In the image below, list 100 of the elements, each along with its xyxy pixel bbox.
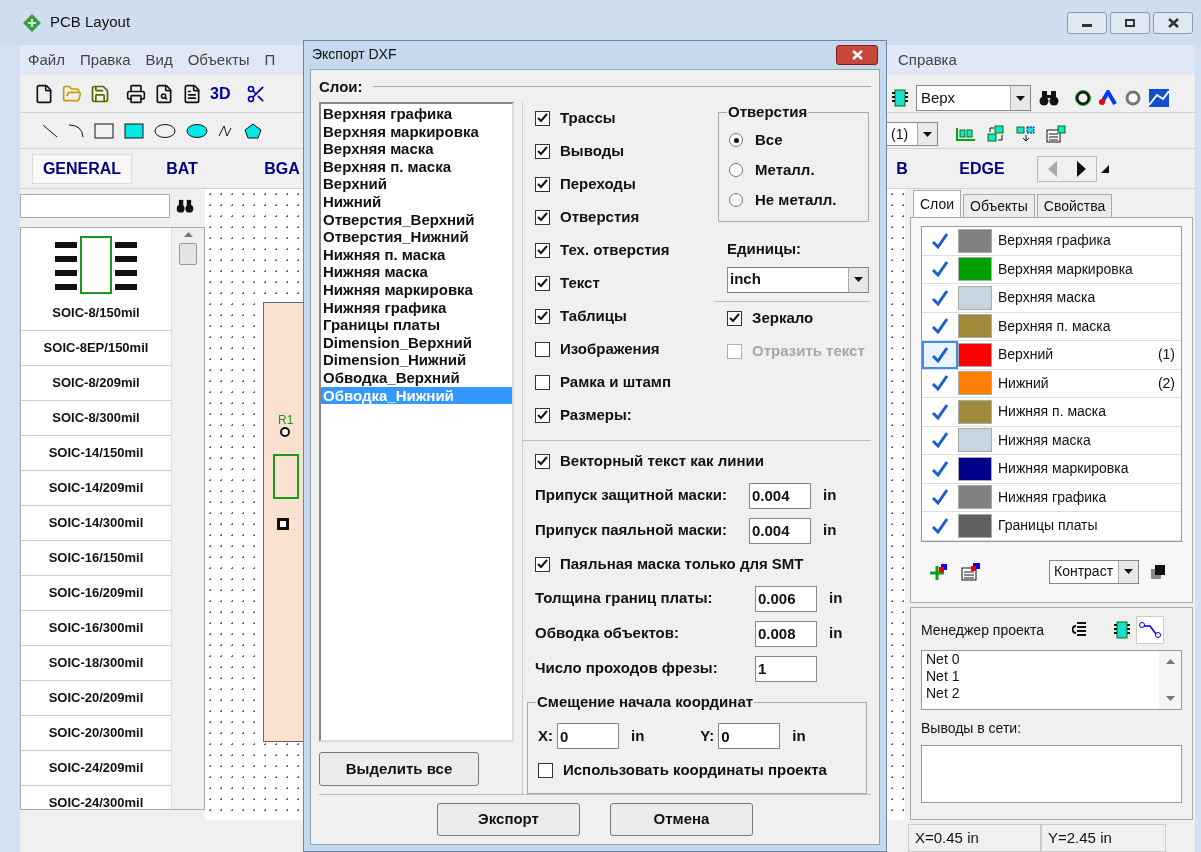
ellipse-tool-icon[interactable] bbox=[154, 122, 176, 139]
printer-icon[interactable] bbox=[126, 83, 146, 104]
layer-row[interactable]: Нижняя графика bbox=[922, 483, 1181, 512]
value-field[interactable]: 0 bbox=[718, 723, 781, 749]
add-layer-icon[interactable] bbox=[929, 561, 949, 582]
checkbox[interactable] bbox=[535, 210, 550, 225]
scroll-thumb[interactable] bbox=[179, 243, 197, 265]
layer-list-item[interactable]: Нижняя маркировка bbox=[321, 280, 512, 299]
layer-list-item[interactable]: Dimension_Верхний bbox=[321, 333, 512, 352]
filled-rectangle-tool-icon[interactable] bbox=[124, 122, 144, 139]
scissors-icon[interactable] bbox=[246, 83, 267, 104]
value-field[interactable]: 0.008 bbox=[755, 620, 817, 647]
document-icon[interactable] bbox=[182, 83, 202, 104]
save-icon[interactable] bbox=[90, 83, 110, 104]
refresh-list-icon[interactable] bbox=[1072, 621, 1087, 639]
scroll-down-icon[interactable] bbox=[1165, 696, 1175, 701]
layer-row[interactable]: Верхняя маркировка bbox=[922, 255, 1181, 284]
polygon-tool-icon[interactable] bbox=[244, 122, 262, 139]
via-icon[interactable] bbox=[1125, 90, 1141, 106]
menu-item[interactable]: Объекты bbox=[187, 48, 250, 72]
layer-list-item[interactable]: Нижний bbox=[321, 192, 512, 211]
checkbox[interactable] bbox=[727, 310, 742, 326]
menu-item[interactable]: Правка bbox=[79, 48, 131, 72]
scroll-up-icon[interactable] bbox=[1165, 659, 1175, 664]
toolbar-options-icon[interactable] bbox=[1101, 164, 1109, 173]
line-tool-icon[interactable] bbox=[42, 122, 58, 139]
print-preview-icon[interactable] bbox=[154, 83, 174, 104]
new-file-icon[interactable] bbox=[34, 83, 54, 104]
chip-icon[interactable] bbox=[1114, 621, 1131, 639]
layer-list-item[interactable]: Отверстия_Верхний bbox=[321, 210, 512, 229]
checkbox[interactable] bbox=[535, 342, 550, 357]
component-item[interactable]: SOIC-8/150mil bbox=[21, 228, 171, 331]
layer-row[interactable]: Нижняя маска bbox=[922, 426, 1181, 455]
route-icon[interactable] bbox=[1099, 90, 1117, 106]
checkbox[interactable] bbox=[535, 111, 550, 126]
layer-list-item[interactable]: Обводка_Верхний bbox=[321, 368, 512, 387]
checkbox[interactable] bbox=[535, 557, 550, 572]
layer-list-item[interactable]: Нижняя графика bbox=[321, 298, 512, 317]
component-properties-icon[interactable] bbox=[1046, 125, 1066, 143]
layer-row[interactable]: Границы платы bbox=[922, 512, 1181, 541]
layer-number-select[interactable]: (1) bbox=[886, 122, 938, 146]
menu-item[interactable]: Файл bbox=[28, 48, 65, 72]
radio-button[interactable] bbox=[729, 133, 743, 147]
move-components-icon[interactable] bbox=[1016, 125, 1036, 143]
select-all-button[interactable]: Выделить все bbox=[319, 752, 479, 786]
binoculars-icon[interactable] bbox=[1039, 90, 1059, 106]
swap-components-icon[interactable] bbox=[986, 125, 1006, 143]
checkbox[interactable] bbox=[538, 762, 553, 778]
visibility-check-icon[interactable] bbox=[922, 341, 958, 369]
checkbox[interactable] bbox=[535, 408, 550, 423]
scroll-up-icon[interactable] bbox=[183, 232, 193, 237]
layer-list-item[interactable]: Нижняя п. маска bbox=[321, 245, 512, 264]
layer-select[interactable]: Верх bbox=[916, 85, 1031, 111]
pins-list[interactable] bbox=[921, 745, 1182, 803]
value-field[interactable]: 0.004 bbox=[749, 517, 811, 544]
layer-list-item[interactable]: Отверстия_Нижний bbox=[321, 228, 512, 246]
layer-list-item[interactable]: Верхняя маркировка bbox=[321, 122, 512, 141]
checkbox[interactable] bbox=[535, 243, 550, 258]
nets-list[interactable]: Net 0 Net 1 Net 2 bbox=[921, 650, 1182, 710]
library-tab[interactable]: BAT bbox=[132, 153, 232, 184]
radio-button[interactable] bbox=[729, 163, 743, 177]
layer-row[interactable]: Верхняя п. маска bbox=[922, 312, 1181, 341]
layer-list-item[interactable]: Верхний bbox=[321, 175, 512, 193]
rectangle-tool-icon[interactable] bbox=[94, 122, 114, 139]
component-search-field[interactable] bbox=[20, 194, 170, 218]
layer-list-item[interactable]: Верхняя графика bbox=[321, 105, 512, 123]
checkbox[interactable] bbox=[535, 144, 550, 159]
panel-tab[interactable]: Слои bbox=[913, 190, 962, 217]
value-field[interactable]: 0.004 bbox=[749, 482, 811, 509]
checkbox[interactable] bbox=[535, 375, 550, 390]
maximize-button[interactable] bbox=[1110, 11, 1150, 34]
net-item[interactable]: Net 2 bbox=[926, 685, 1159, 702]
layer-row[interactable]: Нижний (2) bbox=[922, 369, 1181, 398]
layer-row[interactable]: Верхний (1) bbox=[922, 341, 1181, 370]
layer-row[interactable]: Верхняя графика bbox=[922, 227, 1181, 256]
layer-list-item[interactable]: Границы платы bbox=[321, 316, 512, 334]
close-button[interactable] bbox=[1153, 11, 1193, 34]
layer-list-item[interactable]: Верхняя п. маска bbox=[321, 157, 512, 176]
app-logo-icon[interactable] bbox=[22, 12, 42, 33]
radio-button[interactable] bbox=[729, 193, 743, 207]
filled-ellipse-tool-icon[interactable] bbox=[186, 122, 208, 139]
layers-stack-icon[interactable] bbox=[1151, 564, 1165, 579]
net-connection-icon[interactable] bbox=[1136, 616, 1165, 644]
layers-list[interactable] bbox=[319, 102, 514, 742]
panel-tab[interactable]: Объекты bbox=[963, 194, 1035, 217]
library-tab[interactable]: EDGE bbox=[937, 153, 1027, 184]
dialog-button[interactable]: Экспорт bbox=[437, 803, 580, 836]
chip-icon[interactable] bbox=[892, 89, 908, 107]
scrollbar[interactable] bbox=[171, 228, 204, 809]
value-field[interactable]: 0 bbox=[557, 723, 619, 749]
checkbox[interactable] bbox=[535, 177, 550, 192]
menu-item[interactable]: Вид bbox=[145, 48, 173, 72]
library-tab[interactable]: GENERAL bbox=[32, 153, 132, 184]
checkbox[interactable] bbox=[535, 454, 550, 469]
units-select[interactable]: inch bbox=[727, 266, 869, 293]
layer-row[interactable]: Верхняя маска bbox=[922, 284, 1181, 313]
panel-tab[interactable]: Свойства bbox=[1036, 194, 1113, 217]
arc-tool-icon[interactable] bbox=[68, 122, 84, 139]
scroll-tabs-button[interactable] bbox=[1037, 155, 1097, 182]
layer-list-item[interactable]: Верхняя маска bbox=[321, 140, 512, 158]
